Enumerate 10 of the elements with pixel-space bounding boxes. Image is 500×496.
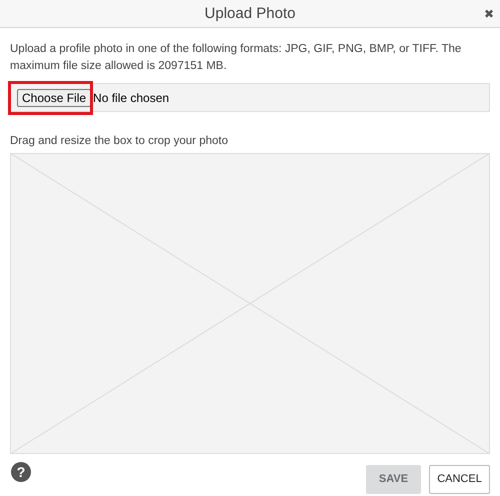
choose-file-button[interactable]: Choose File	[17, 88, 92, 106]
crop-placeholder[interactable]	[10, 153, 490, 454]
dialog-title: Upload Photo	[204, 5, 296, 22]
instructions-text: Upload a profile photo in one of the following formats: JPG, GIF, PNG, BMP, or TIFF. The maximum file size allowed is 2097151 MB.	[10, 42, 462, 74]
help-icon[interactable]: ?	[11, 462, 31, 482]
crop-label: Drag and resize the box to crop your photo	[10, 135, 229, 147]
cancel-button[interactable]: CANCEL	[429, 464, 490, 494]
file-status: No file chosen	[93, 90, 170, 104]
file-input[interactable]: Choose File No file chosen	[10, 83, 490, 112]
close-button[interactable]: ✖	[484, 7, 494, 21]
